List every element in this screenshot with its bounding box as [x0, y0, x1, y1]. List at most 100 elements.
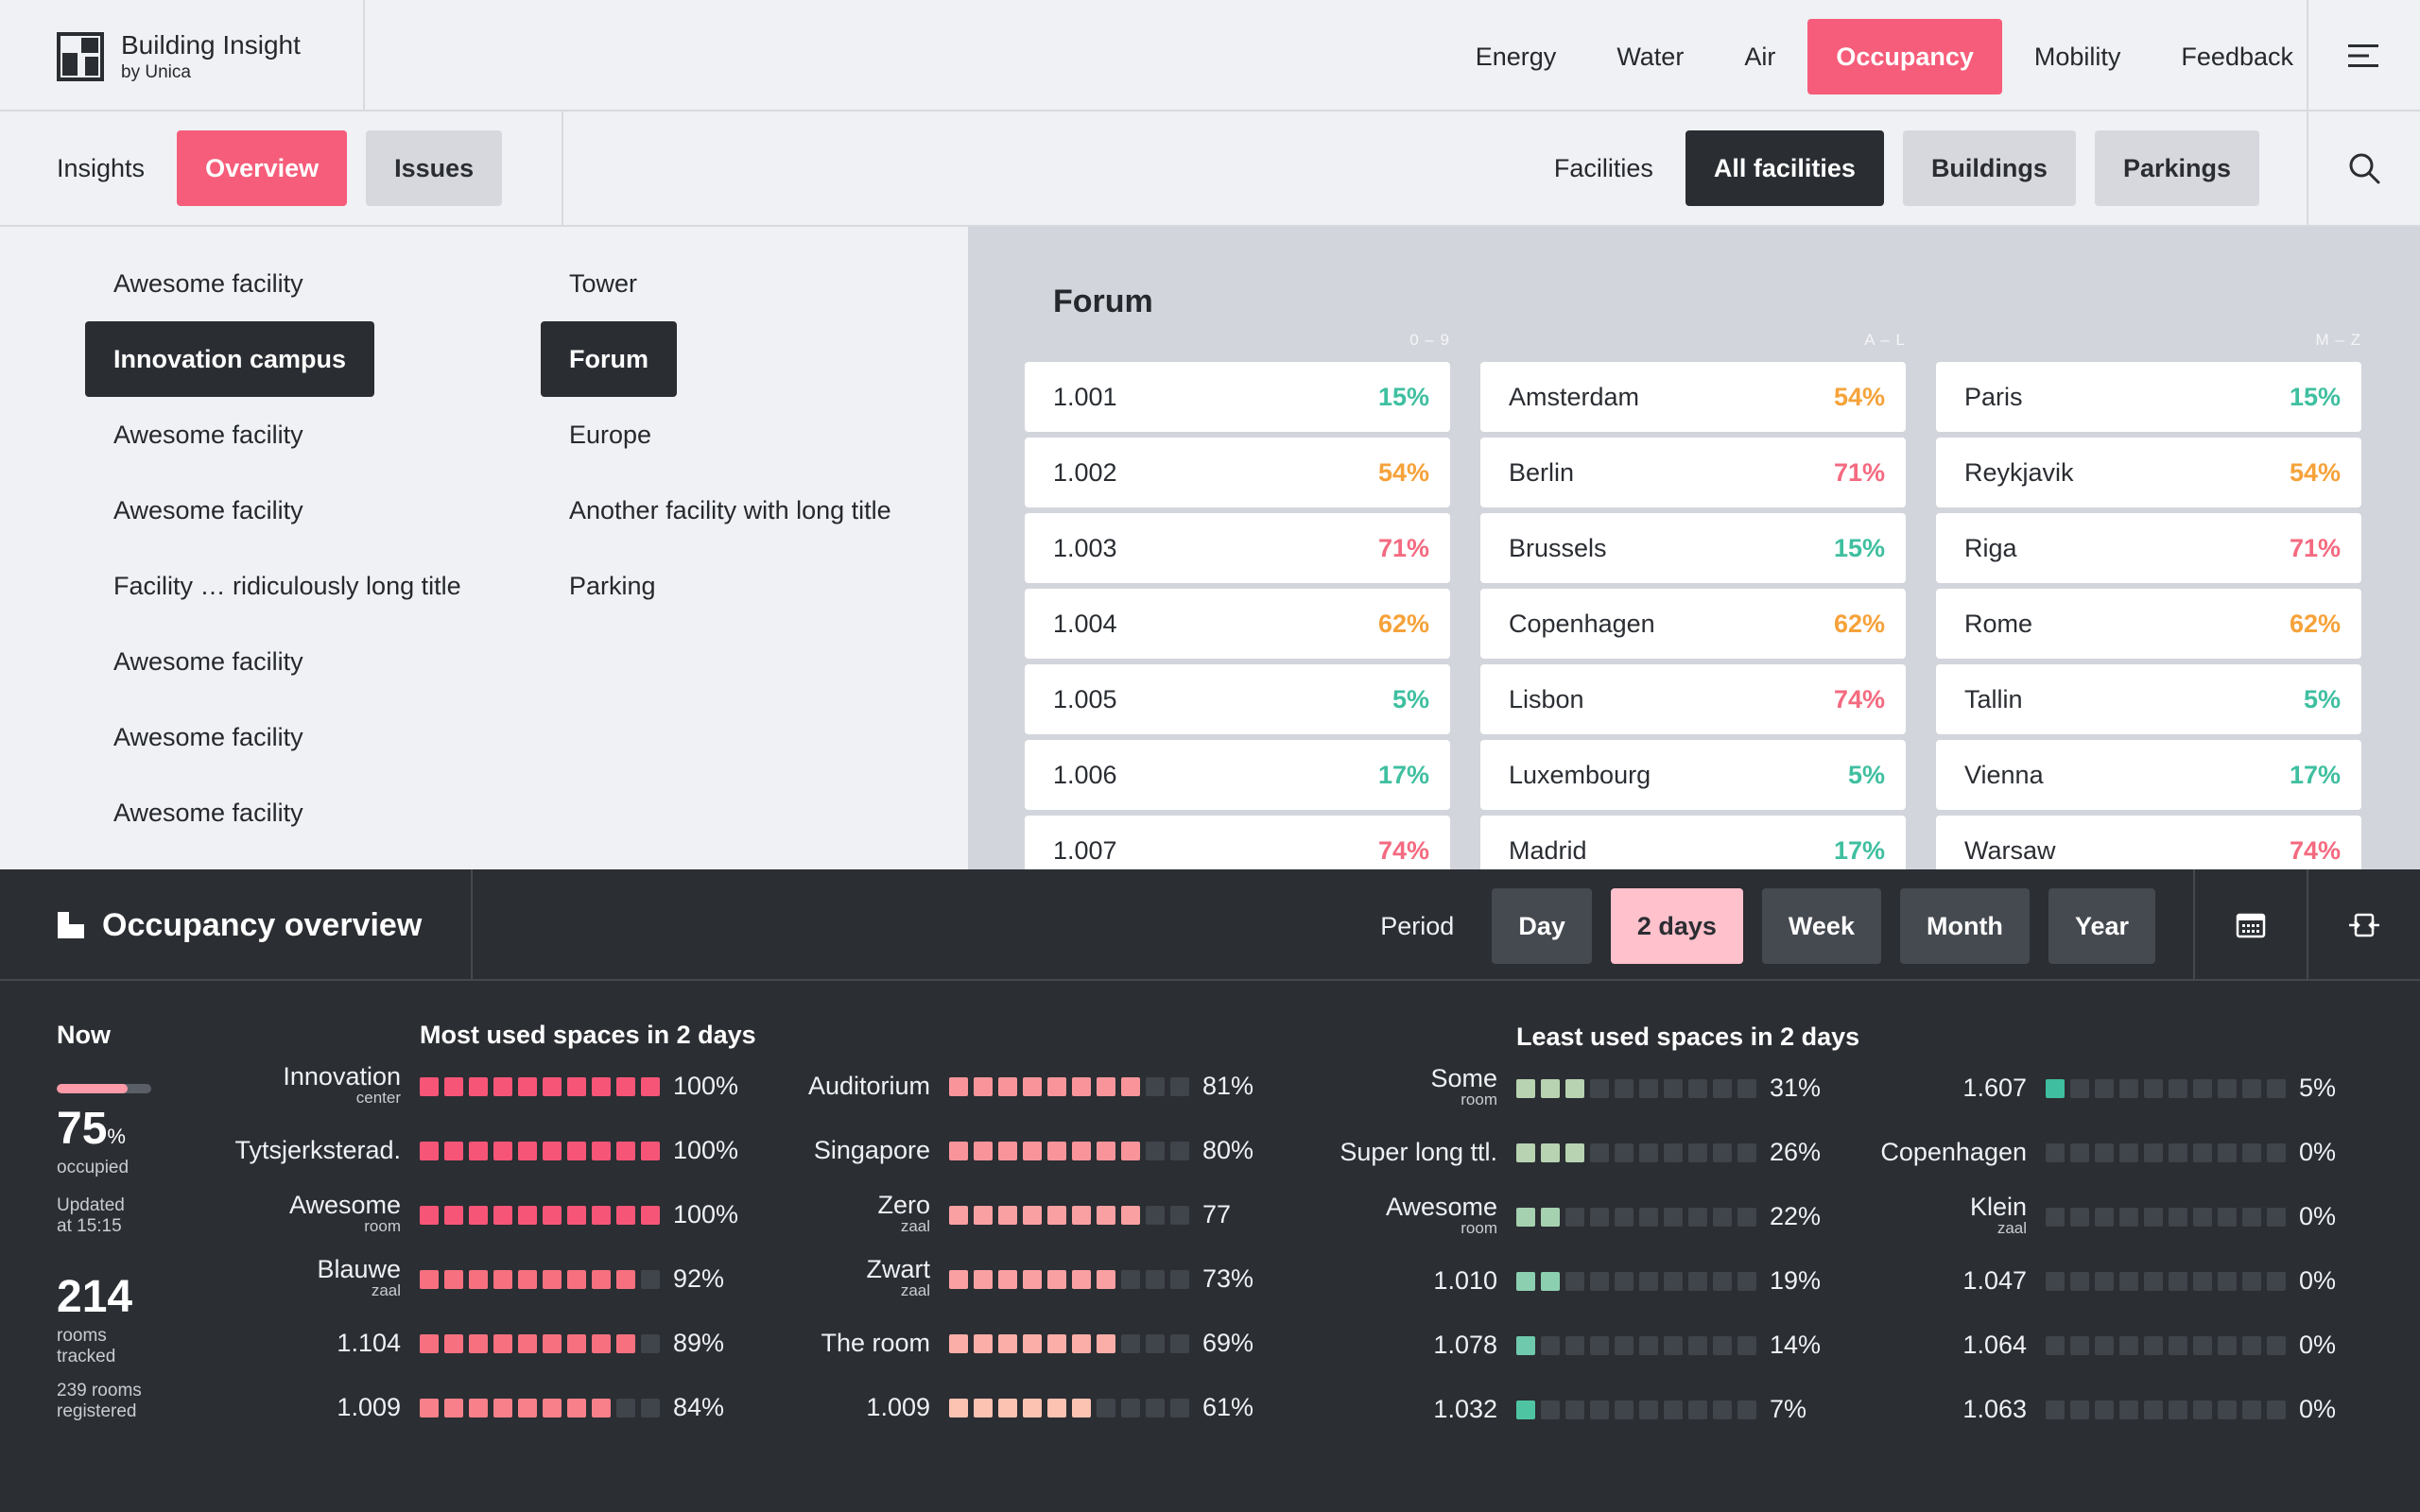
- room-card[interactable]: Riga 71%: [1936, 513, 2361, 583]
- usage-square: [1565, 1400, 1584, 1419]
- room-card[interactable]: 1.006 17%: [1025, 740, 1450, 810]
- building-item[interactable]: Parking: [541, 548, 684, 624]
- room-card[interactable]: 1.007 74%: [1025, 816, 1450, 869]
- room-card[interactable]: Tallin 5%: [1936, 664, 2361, 734]
- facility-item[interactable]: Facility … ridiculously long title: [85, 548, 490, 624]
- room-card[interactable]: Brussels 15%: [1480, 513, 1906, 583]
- usage-square: [1737, 1143, 1756, 1162]
- building-item[interactable]: Tower: [541, 246, 666, 321]
- usage-square: [1072, 1206, 1091, 1225]
- usage-square: [1590, 1400, 1609, 1419]
- tab-issues[interactable]: Issues: [366, 130, 503, 206]
- facility-item[interactable]: Awesome facility: [85, 624, 332, 699]
- room-occupancy: 15%: [2289, 382, 2341, 411]
- building-item[interactable]: Forum: [541, 321, 677, 397]
- room-card[interactable]: 1.002 54%: [1025, 438, 1450, 507]
- room-card[interactable]: Lisbon 74%: [1480, 664, 1906, 734]
- usage-square: [1713, 1400, 1732, 1419]
- usage-square: [1516, 1143, 1535, 1162]
- usage-value: 19%: [1770, 1266, 1822, 1295]
- room-card[interactable]: Berlin 71%: [1480, 438, 1906, 507]
- room-name: Brussels: [1509, 533, 1607, 562]
- room-name: 1.004: [1053, 609, 1117, 638]
- facility-item[interactable]: Awesome facility: [85, 775, 332, 850]
- room-occupancy: 71%: [1833, 457, 1885, 487]
- usage-square: [998, 1270, 1017, 1289]
- usage-square: [518, 1206, 537, 1225]
- facility-item[interactable]: Awesome facility: [85, 472, 332, 548]
- room-card[interactable]: Paris 15%: [1936, 362, 2361, 432]
- room-occupancy: 74%: [2289, 835, 2341, 865]
- room-card[interactable]: Luxembourg 5%: [1480, 740, 1906, 810]
- usage-square: [420, 1399, 439, 1418]
- usage-square: [1047, 1334, 1066, 1353]
- building-item[interactable]: Another facility with long title: [541, 472, 920, 548]
- expand-button[interactable]: [2307, 869, 2420, 981]
- usage-square: [1516, 1272, 1535, 1291]
- usage-meter: [420, 1077, 660, 1096]
- rooms-tracked-count: 214: [57, 1272, 133, 1322]
- brand[interactable]: Building Insight by Unica: [0, 0, 365, 112]
- usage-square: [949, 1399, 968, 1418]
- nav-feedback[interactable]: Feedback: [2152, 19, 2322, 94]
- room-card[interactable]: 1.003 71%: [1025, 513, 1450, 583]
- space-name: Blauwe zaal: [317, 1255, 401, 1298]
- menu-button[interactable]: [2307, 0, 2420, 112]
- nav-energy[interactable]: Energy: [1447, 19, 1585, 94]
- usage-square: [1737, 1208, 1756, 1227]
- tab-overview[interactable]: Overview: [177, 130, 348, 206]
- room-card[interactable]: Madrid 17%: [1480, 816, 1906, 869]
- room-card[interactable]: Copenhagen 62%: [1480, 589, 1906, 659]
- filter-buildings[interactable]: Buildings: [1902, 130, 2076, 206]
- room-card[interactable]: Rome 62%: [1936, 589, 2361, 659]
- filter-parkings[interactable]: Parkings: [2094, 130, 2259, 206]
- calendar-button[interactable]: [2193, 869, 2307, 981]
- room-name: 1.003: [1053, 533, 1117, 562]
- facility-item[interactable]: Awesome facility: [85, 699, 332, 775]
- usage-value: 100%: [673, 1072, 739, 1100]
- room-card[interactable]: Reykjavik 54%: [1936, 438, 2361, 507]
- building-item[interactable]: Europe: [541, 397, 680, 472]
- space-name-text: 1.009: [866, 1393, 930, 1421]
- usage-value: 89%: [673, 1329, 725, 1357]
- period-week[interactable]: Week: [1761, 888, 1881, 964]
- usage-square: [2242, 1208, 2261, 1227]
- room-name: Lisbon: [1509, 684, 1584, 713]
- room-card[interactable]: Vienna 17%: [1936, 740, 2361, 810]
- usage-square: [2218, 1208, 2237, 1227]
- room-card[interactable]: 1.004 62%: [1025, 589, 1450, 659]
- facility-item[interactable]: Innovation campus: [85, 321, 375, 397]
- room-occupancy: 5%: [1392, 684, 1429, 713]
- room-card[interactable]: 1.001 15%: [1025, 362, 1450, 432]
- usage-square: [1590, 1336, 1609, 1355]
- period-year[interactable]: Year: [2048, 888, 2155, 964]
- usage-meter: [420, 1206, 660, 1225]
- room-name: Riga: [1964, 533, 2017, 562]
- space-name: 1.063: [1962, 1395, 2027, 1423]
- room-card[interactable]: Amsterdam 54%: [1480, 362, 1906, 432]
- nav-water[interactable]: Water: [1588, 19, 1712, 94]
- usage-square: [2095, 1400, 2114, 1419]
- filter-all-facilities[interactable]: All facilities: [1685, 130, 1884, 206]
- usage-square: [1121, 1399, 1140, 1418]
- search-button[interactable]: [2307, 112, 2420, 225]
- nav-air[interactable]: Air: [1716, 19, 1804, 94]
- usage-square: [1565, 1272, 1584, 1291]
- facility-item[interactable]: Awesome facility: [85, 397, 332, 472]
- period-day[interactable]: Day: [1492, 888, 1592, 964]
- nav-occupancy[interactable]: Occupancy: [1807, 19, 2002, 94]
- room-card[interactable]: Warsaw 74%: [1936, 816, 2361, 869]
- usage-square: [1541, 1336, 1560, 1355]
- period-2-days[interactable]: 2 days: [1610, 888, 1743, 964]
- rooms-label-1: rooms: [57, 1326, 107, 1346]
- room-card[interactable]: 1.005 5%: [1025, 664, 1450, 734]
- period-month[interactable]: Month: [1899, 888, 2030, 964]
- usage-square: [974, 1206, 993, 1225]
- usage-square: [592, 1270, 611, 1289]
- usage-square: [469, 1206, 488, 1225]
- facility-item[interactable]: Awesome facility: [85, 246, 332, 321]
- usage-square: [1121, 1334, 1140, 1353]
- occupancy-overview: Occupancy overview Period Day 2 days Wee…: [0, 869, 2420, 1512]
- space-name-text: Innovation: [283, 1062, 401, 1091]
- nav-mobility[interactable]: Mobility: [2006, 19, 2150, 94]
